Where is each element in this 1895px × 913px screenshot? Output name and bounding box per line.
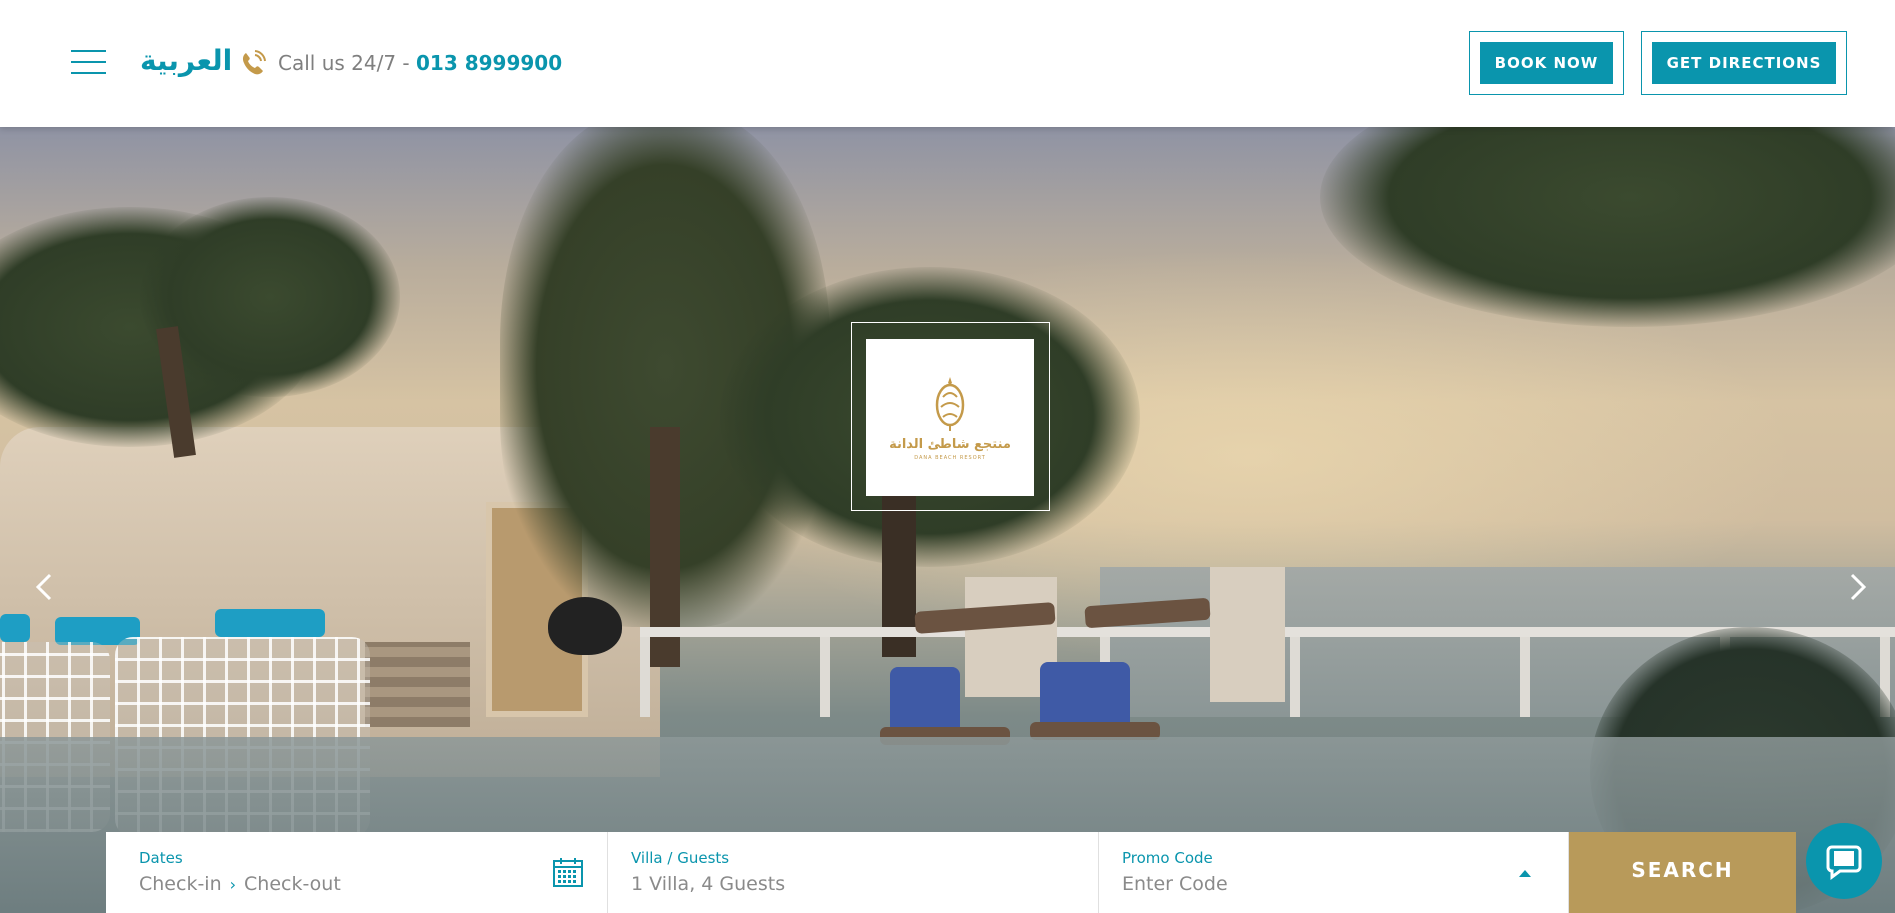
stone-wall-section (365, 642, 470, 727)
book-now-button[interactable]: BOOK NOW (1469, 31, 1624, 95)
book-now-label: BOOK NOW (1480, 42, 1613, 84)
dates-label: Dates (139, 849, 183, 867)
logo-english-name: DANA BEACH RESORT (914, 454, 986, 461)
chevron-right-icon: › (229, 875, 237, 894)
chevron-left-icon[interactable] (30, 567, 60, 607)
logo-emblem-icon (935, 376, 965, 431)
villa-guests-value: 1 Villa, 4 Guests (631, 873, 786, 895)
phone-icon (242, 50, 266, 75)
promo-code-input[interactable]: Enter Code (1122, 873, 1568, 895)
checkin-input[interactable]: Check-in (139, 873, 222, 895)
bbq-grill (548, 597, 622, 655)
menu-icon[interactable] (71, 50, 106, 74)
get-directions-label: GET DIRECTIONS (1652, 42, 1836, 84)
search-button[interactable]: SEARCH (1569, 832, 1796, 913)
promo-code-label: Promo Code (1122, 849, 1213, 867)
resort-logo[interactable]: منتجع شاطئ الدانة DANA BEACH RESORT (866, 339, 1034, 496)
phone-number-link[interactable]: 013 8999900 (416, 51, 562, 75)
promo-code-field[interactable]: Promo Code Enter Code (1099, 832, 1569, 913)
checkout-input[interactable]: Check-out (244, 873, 341, 895)
site-header: العربية Call us 24/7 - 013 8999900 BOOK … (0, 0, 1895, 127)
get-directions-button[interactable]: GET DIRECTIONS (1641, 31, 1847, 95)
dates-field[interactable]: Dates Check-in › Check-out (106, 832, 608, 913)
hero-slider: منتجع شاطئ الدانة DANA BEACH RESORT (0, 127, 1895, 913)
booking-bar: Dates Check-in › Check-out Villa / Guests … (106, 832, 1796, 913)
villa-guests-field[interactable]: Villa / Guests 1 Villa, 4 Guests (608, 832, 1099, 913)
chevron-right-icon[interactable] (1842, 567, 1872, 607)
chat-bubble-icon (1826, 845, 1862, 880)
call-us-text: Call us 24/7 - 013 8999900 (278, 51, 562, 75)
caret-up-icon[interactable] (1519, 870, 1531, 877)
villa-guests-label: Villa / Guests (631, 849, 730, 867)
language-switch[interactable]: العربية (140, 44, 232, 77)
call-prefix: Call us 24/7 - (278, 51, 416, 75)
calendar-icon[interactable] (552, 856, 584, 888)
chat-button[interactable] (1806, 823, 1882, 899)
logo-arabic-name: منتجع شاطئ الدانة (889, 436, 1011, 452)
